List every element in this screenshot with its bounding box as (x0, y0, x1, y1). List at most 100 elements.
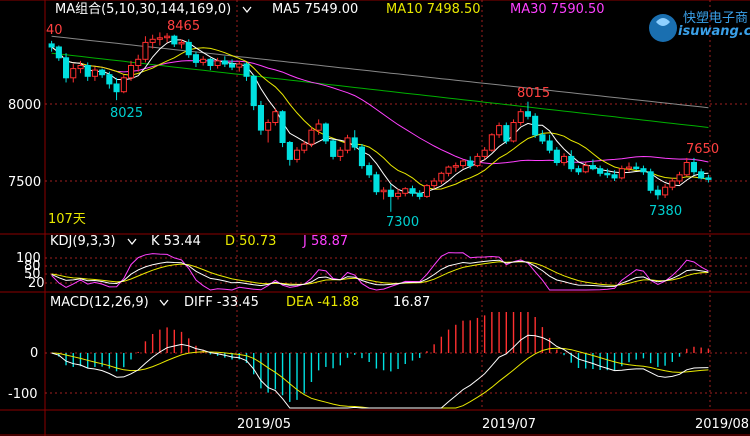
candle-body (496, 125, 503, 136)
kdj-d-value: D 50.73 (225, 234, 276, 249)
candle-body (214, 60, 221, 67)
candle-body (120, 77, 127, 93)
candle-body (575, 168, 582, 173)
candle-body (272, 111, 279, 123)
candle-body (265, 122, 272, 131)
candle-body (546, 140, 553, 151)
candle-body (301, 143, 308, 151)
macd-hist-value: 16.87 (393, 295, 430, 310)
candle-body (431, 180, 438, 187)
annotation-8015: 8015 (517, 86, 550, 101)
annotation-8025: 8025 (110, 106, 143, 121)
candle-body (294, 149, 301, 160)
candle-body (236, 63, 243, 68)
kdj-j-value: J 58.87 (302, 234, 348, 249)
candle-body (91, 69, 99, 77)
candle-body (229, 63, 236, 68)
candle-body (589, 165, 597, 170)
candle-body (128, 65, 135, 79)
annotation-8465: 8465 (167, 19, 200, 34)
candle-body (474, 155, 481, 167)
candle-body (322, 123, 329, 142)
candle-body (654, 189, 661, 196)
macd-diff-value: DIFF -33.45 (184, 295, 259, 310)
candle-body (452, 165, 459, 168)
annotation-7300: 7300 (386, 215, 419, 230)
x-tick-aug: 2019/08 (695, 417, 749, 432)
candle-body (676, 174, 683, 182)
candle-body (669, 180, 676, 188)
candle-body (55, 46, 62, 59)
candle-body (156, 37, 163, 40)
candle-body (366, 165, 373, 176)
candle-body (597, 168, 604, 174)
candle-body (539, 134, 546, 142)
candle-body (467, 160, 474, 167)
candle-body (481, 149, 488, 157)
candle-body (257, 105, 264, 131)
y-tick-7500: 7500 (8, 175, 41, 190)
kdj-label[interactable]: KDJ(9,3,3) (50, 234, 116, 249)
macd-label[interactable]: MACD(12,26,9) (50, 295, 149, 310)
candle-body (488, 134, 495, 151)
candle-body (438, 172, 445, 182)
candle-body (611, 174, 618, 179)
candle-body (207, 58, 214, 66)
annotation-7650: 7650 (686, 142, 719, 157)
candle-body (604, 172, 611, 176)
candle-body (503, 125, 510, 142)
candle-body (70, 68, 77, 79)
candle-body (532, 115, 539, 136)
candle-body (460, 160, 467, 167)
candle-body (618, 168, 625, 179)
candle-body (633, 166, 640, 170)
candle-body (185, 41, 192, 56)
candle-body (358, 146, 365, 167)
ma30-value: MA30 7590.50 (510, 2, 605, 17)
candle-body (647, 171, 654, 191)
macd-dea-value: DEA -41.88 (286, 295, 359, 310)
candle-body (510, 122, 517, 142)
kdj-tick-20: 20 (28, 276, 45, 291)
logo-domain: isuwang.co (678, 24, 750, 39)
candle-body (337, 149, 344, 157)
candle-body (221, 60, 228, 65)
chart-background (0, 0, 750, 436)
candle-body (192, 54, 199, 63)
candle-body (178, 41, 185, 45)
candle-body (308, 129, 315, 145)
candle-body (84, 65, 91, 77)
candle-body (402, 188, 409, 194)
candle-body (561, 155, 568, 164)
candle-body (690, 162, 698, 173)
chart-svg: 快塑电子商 isuwang.co MA组合(5,10,30,144,169,0)… (0, 0, 750, 436)
ma-group-label[interactable]: MA组合(5,10,30,144,169,0) (55, 2, 231, 17)
annotation-high-left: 40 (46, 23, 63, 38)
candle-body (640, 168, 647, 173)
candle-body (315, 123, 322, 131)
candle-body (279, 111, 286, 143)
logo: 快塑电子商 isuwang.co (649, 11, 750, 42)
candle-body (553, 149, 560, 163)
candle-body (409, 188, 416, 194)
candle-body (662, 186, 669, 196)
candle-body (423, 185, 430, 197)
candle-body (351, 137, 358, 148)
candle-body (63, 57, 70, 79)
candle-body (698, 171, 705, 179)
candle-body (373, 174, 380, 193)
candle-body (517, 111, 524, 123)
candle-body (200, 58, 207, 63)
candle-body (250, 75, 257, 107)
y-tick-8000: 8000 (8, 98, 41, 113)
candle-body (626, 166, 633, 170)
candle-body (243, 63, 250, 77)
candle-body (330, 140, 337, 157)
candle-body (77, 65, 84, 70)
candle-body (683, 162, 690, 176)
candle-body (106, 74, 113, 85)
candle-body (445, 166, 452, 174)
candle-body (395, 192, 402, 197)
candle-body (113, 83, 120, 93)
candle-body (380, 189, 387, 193)
